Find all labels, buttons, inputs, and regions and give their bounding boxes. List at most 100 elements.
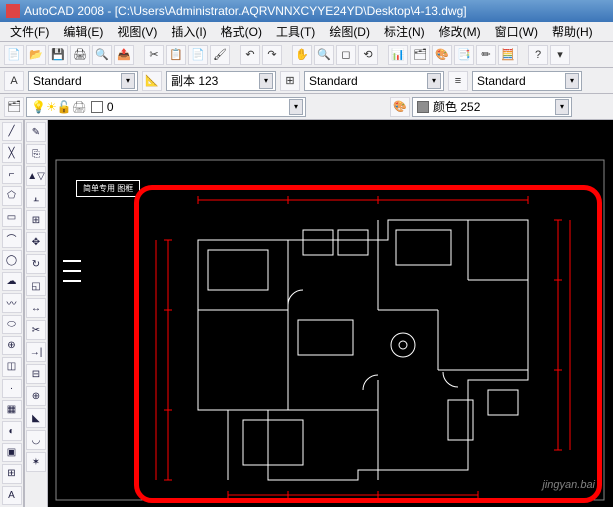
tool-palette-button[interactable]: 🎨 (432, 45, 452, 65)
insert-button[interactable]: ⊕ (2, 336, 22, 355)
calc-button[interactable]: 🧮 (498, 45, 518, 65)
chamfer-button[interactable]: ◣ (26, 408, 46, 428)
zoom-prev-button[interactable]: ⟲ (358, 45, 378, 65)
paste-button[interactable]: 📄 (188, 45, 208, 65)
ml-style-icon[interactable]: ≡ (448, 71, 468, 91)
trim-button[interactable]: ✂ (26, 320, 46, 340)
stretch-button[interactable]: ↔ (26, 298, 46, 318)
dim-style-icon[interactable]: 📐 (142, 71, 162, 91)
table-button[interactable]: ⊞ (2, 464, 22, 483)
region-button[interactable]: ▣ (2, 443, 22, 462)
dropdown-icon[interactable]: ▾ (555, 99, 569, 115)
dropdown-icon[interactable]: ▾ (565, 73, 579, 89)
pline-button[interactable]: ⌐ (2, 165, 22, 184)
dropdown-icon[interactable]: ▾ (289, 99, 303, 115)
modify-toolbar: ✎ ⎘ ▲▽ ⫠ ⊞ ✥ ↻ ◱ ↔ ✂ →| ⊟ ⊕ ◣ ◡ ✶ (24, 120, 48, 507)
hatch-button[interactable]: ▦ (2, 400, 22, 419)
mirror-button[interactable]: ▲▽ (26, 166, 46, 186)
menu-format[interactable]: 格式(O) (215, 22, 268, 41)
xline-button[interactable]: ╳ (2, 143, 22, 162)
break-button[interactable]: ⊟ (26, 364, 46, 384)
polygon-button[interactable]: ⬠ (2, 186, 22, 205)
menu-modify[interactable]: 修改(M) (433, 22, 487, 41)
sheet-set-button[interactable]: 📑 (454, 45, 474, 65)
help-button[interactable]: ? (528, 45, 548, 65)
point-button[interactable]: · (2, 379, 22, 398)
properties-button[interactable]: 📊 (388, 45, 408, 65)
cut-button[interactable]: ✂ (144, 45, 164, 65)
explode-button[interactable]: ✶ (26, 452, 46, 472)
arc-button[interactable]: ⌒ (2, 229, 22, 248)
redo-button[interactable]: ↷ (262, 45, 282, 65)
pan-button[interactable]: ✋ (292, 45, 312, 65)
gradient-button[interactable]: ◐ (2, 421, 22, 440)
menu-tools[interactable]: 工具(T) (270, 22, 321, 41)
ml-style-value: Standard (477, 74, 526, 88)
design-center-button[interactable]: 🗂 (410, 45, 430, 65)
color-combo[interactable]: 颜色 252 ▾ (412, 97, 572, 117)
color-button[interactable]: 🎨 (390, 97, 410, 117)
title-bar: AutoCAD 2008 - [C:\Users\Administrator.A… (0, 0, 613, 22)
layer-combo[interactable]: 💡 ☀ 🔓 🖨 0 ▾ (26, 97, 306, 117)
more-button[interactable]: ▾ (550, 45, 570, 65)
zoom-window-button[interactable]: ◻ (336, 45, 356, 65)
menu-view[interactable]: 视图(V) (111, 22, 163, 41)
match-button[interactable]: 🖌 (210, 45, 230, 65)
array-button[interactable]: ⊞ (26, 210, 46, 230)
menu-edit[interactable]: 编辑(E) (57, 22, 109, 41)
separator (136, 45, 142, 65)
plot-icon: 🖨 (72, 100, 87, 114)
rect-button[interactable]: ▭ (2, 208, 22, 227)
drawing-canvas[interactable]: 简单专用 图框 (48, 120, 613, 507)
copy-button[interactable]: ⎘ (26, 144, 46, 164)
dropdown-icon[interactable]: ▾ (259, 73, 273, 89)
offset-button[interactable]: ⫠ (26, 188, 46, 208)
layer-manager-button[interactable]: 🗂 (4, 97, 24, 117)
line-button[interactable]: ╱ (2, 122, 22, 141)
join-button[interactable]: ⊕ (26, 386, 46, 406)
rotate-button[interactable]: ↻ (26, 254, 46, 274)
ml-style-combo[interactable]: Standard ▾ (472, 71, 582, 91)
print-button[interactable]: 🖨 (70, 45, 90, 65)
circle-button[interactable]: ◯ (2, 250, 22, 269)
undo-button[interactable]: ↶ (240, 45, 260, 65)
lock-icon: 🔓 (57, 100, 72, 114)
block-button[interactable]: ◫ (2, 357, 22, 376)
text-style-combo[interactable]: Standard ▾ (28, 71, 138, 91)
menu-insert[interactable]: 插入(I) (165, 22, 212, 41)
menu-help[interactable]: 帮助(H) (546, 22, 599, 41)
table-style-icon[interactable]: ⊞ (280, 71, 300, 91)
menu-dim[interactable]: 标注(N) (378, 22, 431, 41)
zoom-button[interactable]: 🔍 (314, 45, 334, 65)
markup-button[interactable]: ✏ (476, 45, 496, 65)
scale-button[interactable]: ◱ (26, 276, 46, 296)
open-button[interactable]: 📂 (26, 45, 46, 65)
ellipse-button[interactable]: ⬭ (2, 315, 22, 334)
dropdown-icon[interactable]: ▾ (427, 73, 441, 89)
erase-button[interactable]: ✎ (26, 122, 46, 142)
standard-toolbar: 📄 📂 💾 🖨 🔍 📤 ✂ 📋 📄 🖌 ↶ ↷ ✋ 🔍 ◻ ⟲ 📊 🗂 🎨 📑 … (0, 42, 613, 68)
dropdown-icon[interactable]: ▾ (121, 73, 135, 89)
text-button[interactable]: A (2, 486, 22, 505)
new-button[interactable]: 📄 (4, 45, 24, 65)
marker (63, 270, 81, 272)
table-style-combo[interactable]: Standard ▾ (304, 71, 444, 91)
move-button[interactable]: ✥ (26, 232, 46, 252)
fillet-button[interactable]: ◡ (26, 430, 46, 450)
layer-color-swatch (91, 101, 103, 113)
print-preview-button[interactable]: 🔍 (92, 45, 112, 65)
text-style-icon[interactable]: A (4, 71, 24, 91)
extend-button[interactable]: →| (26, 342, 46, 362)
floorplan-drawing (48, 120, 613, 507)
menu-window[interactable]: 窗口(W) (489, 22, 544, 41)
publish-button[interactable]: 📤 (114, 45, 134, 65)
revcloud-button[interactable]: ☁ (2, 272, 22, 291)
marker (63, 260, 81, 262)
menu-file[interactable]: 文件(F) (4, 22, 55, 41)
menu-draw[interactable]: 绘图(D) (323, 22, 376, 41)
draw-toolbar: ╱ ╳ ⌐ ⬠ ▭ ⌒ ◯ ☁ 〰 ⬭ ⊕ ◫ · ▦ ◐ ▣ ⊞ A (0, 120, 24, 507)
dim-style-combo[interactable]: 副本 123 ▾ (166, 71, 276, 91)
spline-button[interactable]: 〰 (2, 293, 22, 312)
save-button[interactable]: 💾 (48, 45, 68, 65)
copy-button[interactable]: 📋 (166, 45, 186, 65)
